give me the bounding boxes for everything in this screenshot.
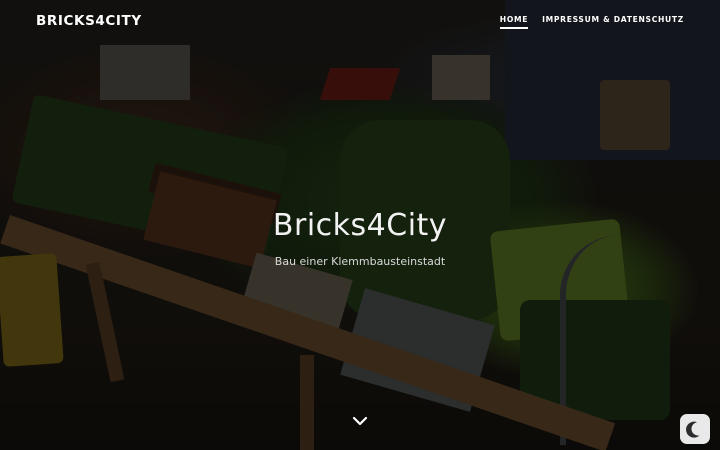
moon-icon xyxy=(686,421,700,438)
scroll-down-button[interactable] xyxy=(352,413,368,429)
chevron-down-icon xyxy=(352,416,368,426)
nav-link-impressum[interactable]: IMPRESSUM & DATENSCHUTZ xyxy=(542,15,684,29)
navbar: BRICKS4CITY HOME IMPRESSUM & DATENSCHUTZ xyxy=(0,0,720,42)
nav-links: HOME IMPRESSUM & DATENSCHUTZ xyxy=(499,15,684,29)
theme-toggle-button[interactable] xyxy=(680,414,710,444)
hero-title: Bricks4City xyxy=(272,208,448,243)
brand-logo-link[interactable]: BRICKS4CITY xyxy=(36,13,142,29)
nav-link-home[interactable]: HOME xyxy=(499,15,529,29)
hero-subtitle: Bau einer Klemmbausteinstadt xyxy=(274,255,446,268)
